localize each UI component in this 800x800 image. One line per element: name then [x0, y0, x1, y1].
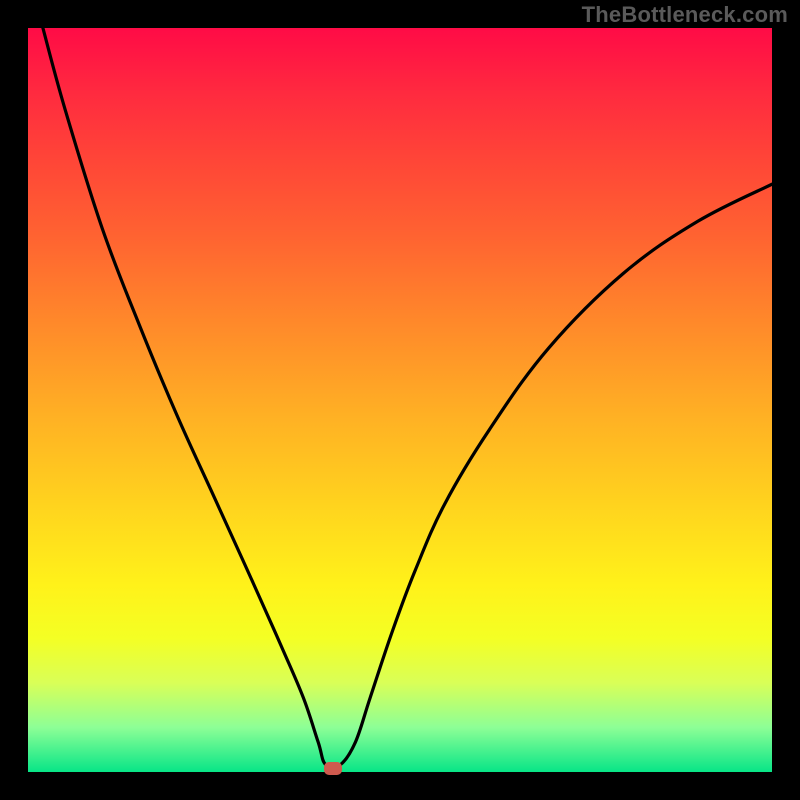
- curve-svg: [28, 28, 772, 772]
- chart-frame: TheBottleneck.com: [0, 0, 800, 800]
- optimal-marker: [324, 762, 342, 775]
- watermark-text: TheBottleneck.com: [582, 2, 788, 28]
- bottleneck-curve-path: [43, 28, 772, 768]
- plot-area: [28, 28, 772, 772]
